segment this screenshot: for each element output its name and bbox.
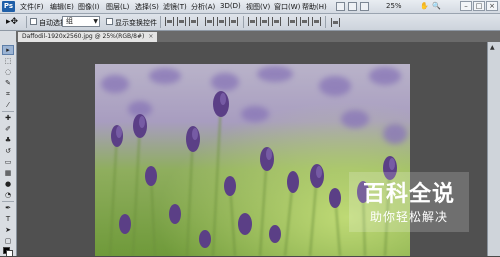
auto-select-checkbox[interactable] — [30, 18, 37, 25]
zoom-level[interactable]: 25% — [386, 2, 402, 10]
distribute-bottom-icon[interactable] — [272, 17, 281, 26]
menu-image[interactable]: 图像(I) — [78, 2, 100, 12]
path-select-tool-icon[interactable]: ➤ — [3, 226, 13, 234]
menu-view[interactable]: 视图(V) — [246, 2, 270, 12]
distribute-vcenter-icon[interactable] — [260, 17, 269, 26]
align-right-icon[interactable] — [229, 17, 238, 26]
close-tab-icon[interactable]: × — [148, 33, 153, 40]
bridge-icon[interactable] — [336, 2, 345, 11]
distribute-right-icon[interactable] — [312, 17, 321, 26]
align-vcenter-icon[interactable] — [177, 17, 186, 26]
marquee-tool-icon[interactable]: ⬚ — [3, 57, 13, 65]
watermark-subtitle: 助你轻松解决 — [369, 210, 448, 224]
scroll-up-icon[interactable]: ▲ — [490, 44, 495, 51]
zoom-tool-icon[interactable]: 🔍 — [432, 2, 441, 10]
menu-layer[interactable]: 图层(L) — [106, 2, 129, 12]
maximize-button[interactable]: □ — [473, 1, 485, 11]
menu-3d[interactable]: 3D(D) — [220, 2, 241, 10]
gradient-tool-icon[interactable]: ▦ — [3, 169, 13, 177]
divider — [2, 111, 14, 112]
hand-tool-icon[interactable]: ✋ — [420, 2, 429, 10]
vertical-scrollbar[interactable]: ▲ — [487, 42, 500, 256]
distribute-top-icon[interactable] — [248, 17, 257, 26]
menu-bar: Ps 文件(F) 编辑(E) 图像(I) 图层(L) 选择(S) 滤镜(T) 分… — [0, 0, 500, 14]
watermark-title: 百科全说 — [362, 182, 455, 207]
show-transform-label: 显示变换控件 — [115, 19, 157, 27]
menu-window[interactable]: 窗口(W) — [274, 2, 300, 12]
auto-align-layers-icon[interactable] — [331, 18, 340, 27]
menu-analysis[interactable]: 分析(A) — [191, 2, 215, 12]
menu-help[interactable]: 帮助(H) — [302, 2, 327, 12]
close-button[interactable]: × — [486, 1, 498, 11]
move-tool-icon[interactable]: ▸ — [2, 45, 14, 55]
history-brush-tool-icon[interactable]: ↺ — [3, 147, 13, 155]
menu-filter[interactable]: 滤镜(T) — [163, 2, 187, 12]
separator — [26, 16, 27, 28]
type-tool-icon[interactable]: T — [3, 215, 13, 223]
brush-tool-icon[interactable]: ✐ — [3, 125, 13, 133]
auto-select-dropdown[interactable]: 组 ▼ — [62, 16, 100, 27]
clone-stamp-tool-icon[interactable]: ♣ — [3, 136, 13, 144]
separator — [325, 16, 326, 28]
shape-tool-icon[interactable]: ▢ — [3, 237, 13, 245]
watermark: 百科全说 助你轻松解决 — [349, 172, 469, 232]
chevron-down-icon: ▼ — [93, 18, 98, 25]
mini-bridge-icon[interactable] — [348, 2, 357, 11]
align-top-icon[interactable] — [165, 17, 174, 26]
blur-tool-icon[interactable]: ● — [3, 180, 13, 188]
tools-panel: ▸ ⬚ ◌ ✎ ⌗ ⁄ ✚ ✐ ♣ ↺ ▭ ▦ ● ◔ ✒ T ➤ ▢ — [0, 31, 17, 257]
show-transform-checkbox[interactable] — [106, 18, 113, 25]
document-tab-title: Daffodil-1920x2560.jpg @ 25%(RGB/8#) — [22, 33, 145, 40]
distribute-left-icon[interactable] — [288, 17, 297, 26]
photoshop-logo-icon: Ps — [2, 1, 15, 12]
menu-select[interactable]: 选择(S) — [135, 2, 159, 12]
menu-file[interactable]: 文件(F) — [20, 2, 44, 12]
auto-select-value: 组 — [66, 17, 73, 25]
document-tab-bar: Daffodil-1920x2560.jpg @ 25%(RGB/8#) × — [16, 31, 500, 42]
options-bar: ▸✥ 自动选择: 组 ▼ 显示变换控件 — [0, 14, 500, 31]
quick-select-tool-icon[interactable]: ✎ — [3, 79, 13, 87]
eyedropper-tool-icon[interactable]: ⁄ — [3, 101, 13, 109]
divider — [2, 201, 14, 202]
menu-edit[interactable]: 编辑(E) — [50, 2, 74, 12]
align-left-icon[interactable] — [205, 17, 214, 26]
document-tab[interactable]: Daffodil-1920x2560.jpg @ 25%(RGB/8#) × — [18, 32, 158, 42]
pen-tool-icon[interactable]: ✒ — [3, 204, 13, 212]
view-extras-icon[interactable] — [360, 2, 369, 11]
lasso-tool-icon[interactable]: ◌ — [3, 68, 13, 76]
align-bottom-icon[interactable] — [189, 17, 198, 26]
distribute-hcenter-icon[interactable] — [300, 17, 309, 26]
align-hcenter-icon[interactable] — [217, 17, 226, 26]
move-tool-icon[interactable]: ▸✥ — [6, 17, 18, 27]
healing-brush-tool-icon[interactable]: ✚ — [3, 114, 13, 122]
separator — [243, 16, 244, 28]
minimize-button[interactable]: – — [460, 1, 472, 11]
crop-tool-icon[interactable]: ⌗ — [3, 90, 13, 98]
dodge-tool-icon[interactable]: ◔ — [3, 191, 13, 199]
eraser-tool-icon[interactable]: ▭ — [3, 158, 13, 166]
separator — [160, 16, 161, 28]
